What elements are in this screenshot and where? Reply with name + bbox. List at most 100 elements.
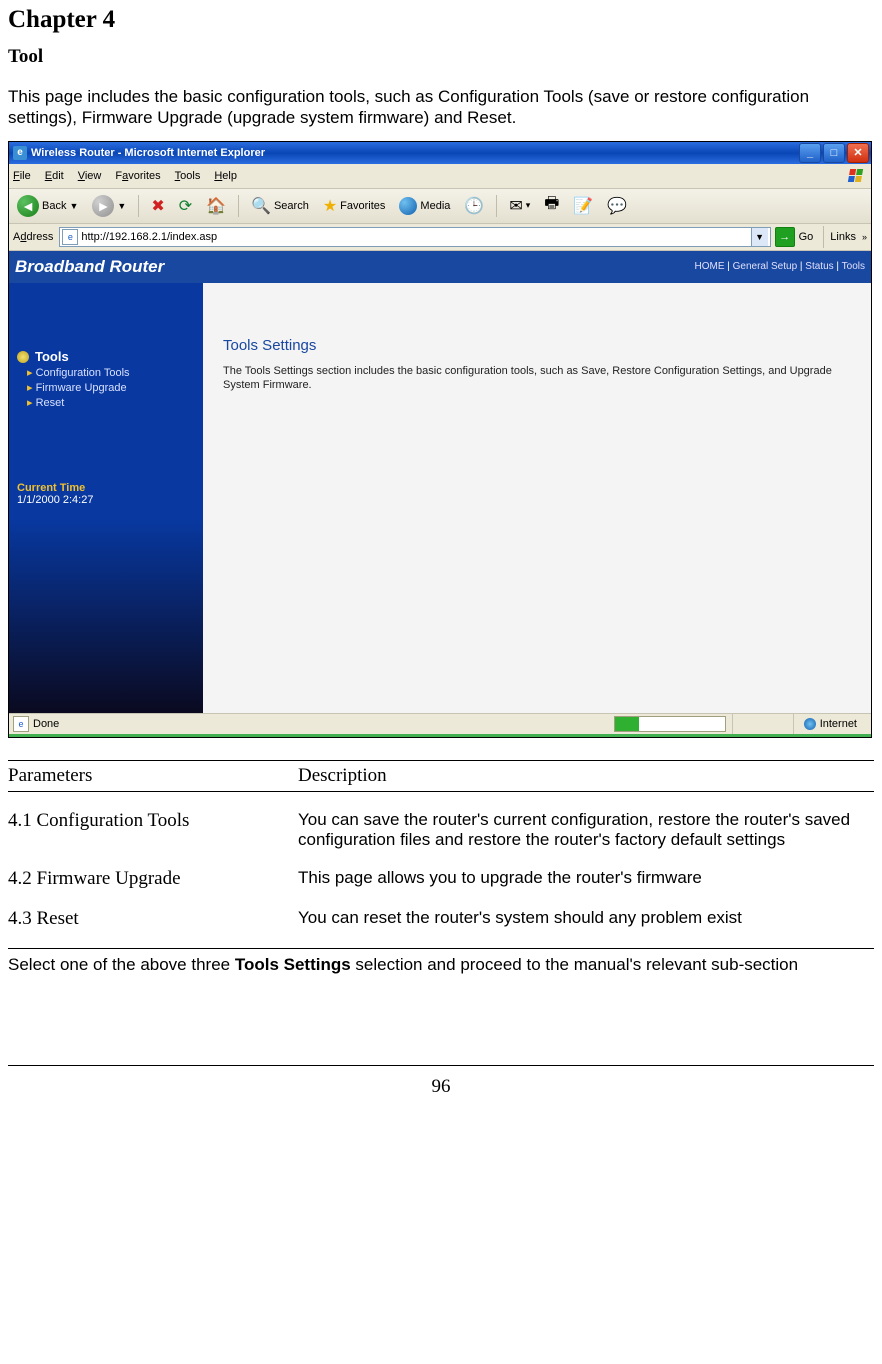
- ie-logo-icon: e: [13, 146, 27, 160]
- menu-edit[interactable]: Edit: [45, 170, 64, 182]
- sidebar-item-reset[interactable]: Reset: [27, 396, 195, 411]
- address-value: http://192.168.2.1/index.asp: [81, 231, 750, 243]
- footer-rule: [8, 1065, 874, 1066]
- media-button[interactable]: Media: [395, 195, 454, 217]
- edit-button[interactable]: 📝: [569, 194, 597, 218]
- param-config-tools: 4.1 Configuration Tools: [8, 810, 298, 850]
- current-time-label: Current Time: [17, 482, 195, 494]
- router-top-nav: HOME | General Setup | Status | Tools: [694, 261, 865, 272]
- chevron-down-icon: ▼: [117, 201, 126, 211]
- menu-file[interactable]: File: [13, 170, 31, 182]
- table-row: 4.1 Configuration Tools You can save the…: [8, 792, 874, 850]
- table-row: 4.3 Reset You can reset the router's sys…: [8, 890, 874, 930]
- nav-tools[interactable]: Tools: [842, 261, 865, 272]
- forward-arrow-icon: ►: [92, 195, 114, 217]
- messenger-button[interactable]: 💬: [603, 194, 631, 218]
- sidebar: Tools Configuration Tools Firmware Upgra…: [9, 283, 203, 713]
- links-label[interactable]: Links: [830, 231, 856, 243]
- chevron-down-icon: ▾: [526, 200, 531, 211]
- main-pane: Tools Settings The Tools Settings sectio…: [203, 283, 871, 713]
- home-icon: 🏠: [206, 196, 226, 216]
- section-title: Tool: [8, 46, 874, 68]
- nav-status[interactable]: Status: [805, 261, 833, 272]
- forward-button[interactable]: ► ▼: [88, 193, 130, 219]
- menu-favorites[interactable]: Favorites: [115, 170, 160, 182]
- menubar: File Edit View Favorites Tools Help: [9, 164, 871, 189]
- router-header: Broadband Router HOME | General Setup | …: [9, 251, 871, 283]
- parameters-table: Parameters Description 4.1 Configuration…: [8, 760, 874, 949]
- refresh-button[interactable]: ⟳: [175, 194, 196, 218]
- back-arrow-icon: ◄: [17, 195, 39, 217]
- home-button[interactable]: 🏠: [202, 194, 230, 218]
- windows-flag-icon: [843, 167, 867, 185]
- search-icon: 🔍: [251, 196, 271, 216]
- router-body: Tools Configuration Tools Firmware Upgra…: [9, 283, 871, 713]
- window-titlebar: e Wireless Router - Microsoft Internet E…: [9, 142, 871, 164]
- edit-icon: 📝: [573, 196, 593, 216]
- status-done: Done: [33, 718, 59, 730]
- history-icon: 🕒: [464, 196, 484, 216]
- mail-button[interactable]: ✉▾: [505, 194, 534, 218]
- toolbar-separator: [823, 226, 824, 248]
- statusbar: e Done Internet: [9, 713, 871, 734]
- footnote-prefix: Select one of the above three: [8, 955, 235, 974]
- tools-settings-title: Tools Settings: [223, 337, 851, 354]
- status-cell-empty: [732, 714, 793, 734]
- nav-home[interactable]: HOME: [694, 261, 724, 272]
- page-icon: e: [13, 716, 29, 732]
- links-expand-icon[interactable]: »: [862, 232, 867, 242]
- media-icon: [399, 197, 417, 215]
- back-label: Back: [42, 200, 66, 212]
- router-brand: Broadband Router: [15, 257, 164, 277]
- progress-bar: [614, 716, 726, 732]
- media-label: Media: [420, 200, 450, 212]
- address-input[interactable]: e http://192.168.2.1/index.asp ▼: [59, 227, 770, 247]
- toolbar-separator: [138, 195, 139, 217]
- star-icon: ★: [323, 196, 337, 216]
- toolbar: ◄ Back ▼ ► ▼ ✖ ⟳ 🏠 🔍Search ★Favorites Me…: [9, 189, 871, 224]
- header-description: Description: [298, 765, 874, 787]
- page-icon: e: [62, 229, 78, 245]
- address-dropdown-button[interactable]: ▼: [751, 228, 768, 246]
- back-button[interactable]: ◄ Back ▼: [13, 193, 82, 219]
- history-button[interactable]: 🕒: [460, 194, 488, 218]
- mail-icon: ✉: [509, 196, 522, 216]
- footnote-suffix: selection and proceed to the manual's re…: [351, 955, 798, 974]
- toolbar-separator: [238, 195, 239, 217]
- window-minimize-button[interactable]: _: [799, 143, 821, 163]
- bottom-accent-bar: [9, 734, 871, 737]
- print-button[interactable]: 🖶: [540, 190, 563, 221]
- page-number: 96: [8, 1076, 874, 1098]
- internet-zone-icon: [804, 718, 816, 730]
- search-label: Search: [274, 200, 309, 212]
- desc-firmware-upgrade: This page allows you to upgrade the rout…: [298, 868, 874, 890]
- window-title: Wireless Router - Microsoft Internet Exp…: [31, 147, 799, 159]
- window-close-button[interactable]: ✕: [847, 143, 869, 163]
- sidebar-item-config-tools[interactable]: Configuration Tools: [27, 366, 195, 381]
- ie-window: e Wireless Router - Microsoft Internet E…: [8, 141, 872, 738]
- stop-button[interactable]: ✖: [147, 194, 168, 218]
- menu-help[interactable]: Help: [214, 170, 237, 182]
- go-label: Go: [799, 231, 814, 243]
- pin-icon: [17, 351, 29, 363]
- menu-view[interactable]: View: [78, 170, 102, 182]
- footnote-bold: Tools Settings: [235, 955, 351, 974]
- footnote: Select one of the above three Tools Sett…: [8, 955, 874, 975]
- menu-tools[interactable]: Tools: [175, 170, 201, 182]
- favorites-button[interactable]: ★Favorites: [319, 194, 390, 218]
- sidebar-item-firmware-upgrade[interactable]: Firmware Upgrade: [27, 381, 195, 396]
- table-bottom-rule: [8, 948, 874, 949]
- search-button[interactable]: 🔍Search: [247, 194, 313, 218]
- window-maximize-button[interactable]: □: [823, 143, 845, 163]
- status-zone: Internet: [793, 714, 867, 734]
- address-label: Address: [13, 231, 53, 243]
- header-parameters: Parameters: [8, 765, 298, 787]
- nav-general-setup[interactable]: General Setup: [733, 261, 798, 272]
- refresh-icon: ⟳: [179, 196, 192, 216]
- messenger-icon: 💬: [607, 196, 627, 216]
- table-row: 4.2 Firmware Upgrade This page allows yo…: [8, 850, 874, 890]
- go-button[interactable]: →: [775, 227, 795, 247]
- desc-reset: You can reset the router's system should…: [298, 908, 874, 930]
- intro-paragraph: This page includes the basic configurati…: [8, 86, 874, 129]
- desc-config-tools: You can save the router's current config…: [298, 810, 874, 850]
